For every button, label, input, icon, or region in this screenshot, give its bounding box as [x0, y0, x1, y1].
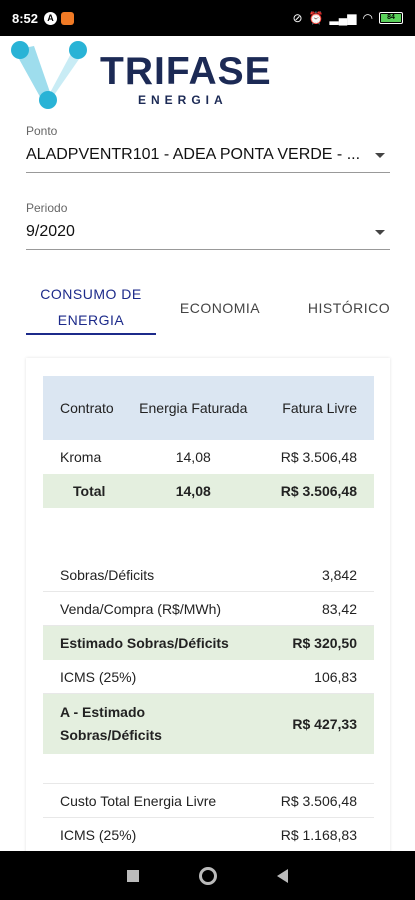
battery-icon: 84 — [379, 12, 403, 24]
status-bar: 8:52 A ⊘ ⏰ ▂▄▆ ◠ 84 — [0, 0, 415, 36]
summary-spacer — [43, 754, 374, 784]
app-header: TRIFASE ENERGIA — [0, 36, 415, 116]
a-estimado-value: R$ 427,33 — [292, 715, 357, 732]
venda-value: 83,42 — [321, 600, 357, 617]
app-notification-icon — [61, 11, 75, 25]
status-right-icons: ⊘ ⏰ ▂▄▆ ◠ 84 — [293, 11, 403, 25]
signal-icon: ▂▄▆ — [329, 11, 357, 25]
summary-row-sobras: Sobras/Déficits 3,842 — [43, 558, 374, 592]
periodo-value: 9/2020 — [26, 223, 75, 240]
summary-list: Sobras/Déficits 3,842 Venda/Compra (R$/M… — [43, 558, 374, 852]
battery-level: 84 — [381, 14, 401, 22]
back-icon[interactable] — [277, 868, 288, 883]
status-time: 8:52 — [12, 10, 39, 26]
icms-2-label: ICMS (25%) — [60, 826, 137, 843]
consumo-card: Contrato Energia Faturada Fatura Livre K… — [26, 358, 390, 858]
icms-2-value: R$ 1.168,83 — [280, 826, 357, 843]
cell-fatura: R$ 3.506,48 — [280, 449, 357, 465]
table-row: Kroma 14,08 R$ 3.506,48 — [43, 440, 374, 474]
summary-row-custo: Custo Total Energia Livre R$ 3.506,48 — [43, 784, 374, 818]
trifase-logo-icon — [11, 41, 87, 109]
ponto-select[interactable]: Ponto ALADPVENTR101 - ADEA PONTA VERDE -… — [26, 124, 390, 173]
recent-apps-icon[interactable] — [127, 869, 139, 882]
summary-row-icms-2: ICMS (25%) R$ 1.168,83 — [43, 818, 374, 852]
dropdown-arrow-icon[interactable] — [375, 229, 385, 235]
system-nav-bar — [0, 851, 415, 900]
table-header-row: Contrato Energia Faturada Fatura Livre — [43, 376, 374, 440]
total-energia: 14,08 — [138, 474, 249, 508]
a-estimado-label: A - Estimado Sobras/Déficits — [60, 704, 162, 743]
cell-energia: 14,08 — [175, 449, 211, 465]
ponto-value-row[interactable]: ALADPVENTR101 - ADEA PONTA VERDE - ... — [26, 146, 390, 173]
sobras-value: 3,842 — [321, 566, 357, 583]
periodo-select[interactable]: Periodo 9/2020 — [26, 201, 390, 250]
cell-contrato: Kroma — [60, 449, 102, 465]
a-icon: A — [44, 11, 58, 25]
custo-value: R$ 3.506,48 — [280, 792, 357, 809]
total-label: Total — [43, 474, 139, 508]
ponto-value: ALADPVENTR101 - ADEA PONTA VERDE - ... — [26, 146, 361, 163]
tab-consumo-de-energia[interactable]: CONSUMO DE ENERGIA — [26, 280, 156, 335]
alarm-icon: ⏰ — [308, 11, 324, 25]
col-energia-faturada: Energia Faturada — [138, 376, 249, 440]
brand-subtitle: ENERGIA — [138, 93, 228, 107]
total-fatura: R$ 3.506,48 — [248, 474, 374, 508]
contract-table: Contrato Energia Faturada Fatura Livre K… — [43, 376, 374, 508]
icms-value: 106,83 — [314, 668, 357, 685]
icms-label: ICMS (25%) — [60, 668, 137, 685]
table-total-row: Total 14,08 R$ 3.506,48 — [43, 474, 374, 508]
dnd-icon: ⊘ — [292, 11, 303, 25]
wifi-icon: ◠ — [362, 11, 373, 25]
estimado-value: R$ 320,50 — [292, 635, 357, 651]
tab-economia[interactable]: ECONOMIA — [156, 280, 284, 335]
custo-label: Custo Total Energia Livre — [60, 792, 217, 809]
summary-row-venda: Venda/Compra (R$/MWh) 83,42 — [43, 592, 374, 626]
home-icon[interactable] — [199, 866, 217, 885]
periodo-label: Periodo — [26, 201, 68, 215]
col-fatura-livre: Fatura Livre — [248, 376, 374, 440]
ponto-label: Ponto — [26, 124, 58, 138]
brand-name: TRIFASE — [100, 50, 272, 93]
tab-bar: CONSUMO DE ENERGIA ECONOMIA HISTÓRICO — [26, 280, 415, 335]
periodo-value-row[interactable]: 9/2020 — [26, 223, 390, 250]
dropdown-arrow-icon[interactable] — [375, 152, 385, 158]
tab-historico[interactable]: HISTÓRICO — [284, 280, 414, 335]
col-contrato: Contrato — [43, 376, 139, 440]
summary-row-estimado: Estimado Sobras/Déficits R$ 320,50 — [43, 626, 374, 660]
estimado-label: Estimado Sobras/Déficits — [60, 635, 229, 651]
sobras-label: Sobras/Déficits — [60, 566, 155, 583]
summary-row-icms: ICMS (25%) 106,83 — [43, 660, 374, 694]
venda-label: Venda/Compra (R$/MWh) — [60, 600, 222, 617]
summary-row-a-estimado: A - Estimado Sobras/Déficits R$ 427,33 — [43, 694, 374, 754]
